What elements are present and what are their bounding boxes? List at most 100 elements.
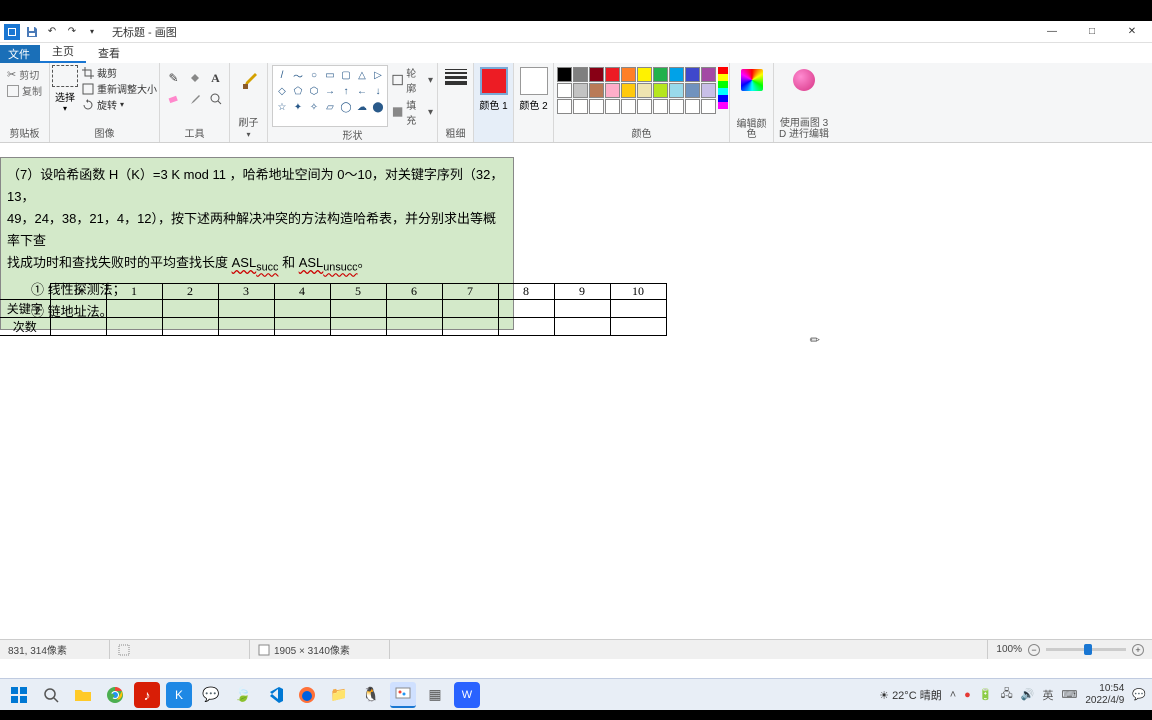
notifications-icon[interactable]: 💬 [1132,688,1146,701]
tab-view[interactable]: 查看 [86,43,132,63]
palette-swatch[interactable] [653,99,668,114]
chrome-icon[interactable] [102,682,128,708]
table-cell: 8 [498,284,554,300]
volume-icon[interactable]: 🔊 [1021,688,1035,701]
palette-swatch[interactable] [589,99,604,114]
start-button[interactable] [6,682,32,708]
network-icon[interactable]: 🖧 [1001,685,1013,704]
clock[interactable]: 10:54 2022/4/9 [1085,683,1124,707]
firefox-icon[interactable] [294,682,320,708]
zoom-in-button[interactable]: + [1132,644,1144,656]
hash-table: 012345678910关键字次数 [0,283,667,336]
undo-icon[interactable]: ↶ [44,24,60,40]
rainbow-column[interactable] [718,65,728,116]
leaf-icon[interactable]: 🍃 [230,682,256,708]
palette-swatch[interactable] [669,67,684,82]
palette-swatch[interactable] [669,83,684,98]
brush-tool[interactable] [233,65,265,97]
explorer-icon[interactable] [70,682,96,708]
palette-swatch[interactable] [557,67,572,82]
paint3d-button[interactable] [789,65,819,95]
table-cell: 5 [330,284,386,300]
wps-icon[interactable]: W [454,682,480,708]
zoom-slider[interactable] [1046,648,1126,651]
palette-swatch[interactable] [637,67,652,82]
maximize-button[interactable]: □ [1072,21,1112,43]
save-icon[interactable] [24,24,40,40]
search-button[interactable] [38,682,64,708]
shape-fill-button[interactable]: 填充▾ [392,97,433,127]
minimize-button[interactable]: — [1032,21,1072,43]
palette-swatch[interactable] [605,83,620,98]
palette-swatch[interactable] [573,83,588,98]
zoom-out-button[interactable]: − [1028,644,1040,656]
color2-button[interactable] [520,67,548,95]
table-cell [106,300,162,318]
palette-swatch[interactable] [669,99,684,114]
shape-outline-button[interactable]: 轮廓▾ [392,65,433,95]
app-icon-b[interactable]: ▦ [422,682,448,708]
resize-button[interactable]: 重新调整大小 [82,81,157,96]
tray-chevron-icon[interactable]: ˄ [950,689,956,701]
qat-dropdown-icon[interactable]: ▾ [84,24,100,40]
wechat-icon[interactable]: 💬 [198,682,224,708]
picker-tool[interactable] [186,90,204,108]
palette-swatch[interactable] [573,99,588,114]
redo-icon[interactable]: ↷ [64,24,80,40]
palette-swatch[interactable] [589,67,604,82]
palette-swatch[interactable] [573,67,588,82]
table-cell [218,318,274,336]
close-button[interactable]: ✕ [1112,21,1152,43]
app-icon-blue[interactable]: K [166,682,192,708]
table-cell [442,318,498,336]
palette-swatch[interactable] [701,99,716,114]
palette-swatch[interactable] [701,83,716,98]
file-menu[interactable]: 文件 [0,45,40,63]
stroke-width-button[interactable] [441,65,471,89]
edit-colors-button[interactable] [737,65,767,95]
palette-swatch[interactable] [653,67,668,82]
palette-swatch[interactable] [701,67,716,82]
palette-swatch[interactable] [557,83,572,98]
crop-button[interactable]: 裁剪 [82,65,157,80]
palette-swatch[interactable] [557,99,572,114]
table-cell: 10 [610,284,666,300]
paint-taskbar-icon[interactable] [390,682,416,708]
battery-icon[interactable]: 🔋 [979,688,993,701]
magnifier-tool[interactable] [207,90,225,108]
palette-swatch[interactable] [605,99,620,114]
weather-widget[interactable]: ☀ 22°C 晴朗 [879,687,942,703]
copy-button[interactable]: 复制 [7,83,42,98]
select-tool[interactable]: 选择 ▾ [52,65,78,113]
edit-colors-label: 编辑颜色 [734,120,769,140]
color-palette[interactable] [555,65,718,116]
palette-swatch[interactable] [621,67,636,82]
fill-tool[interactable] [186,69,204,87]
palette-swatch[interactable] [685,99,700,114]
tray-icon[interactable]: ● [964,689,971,701]
text-tool[interactable]: A [207,69,225,87]
eraser-tool[interactable] [165,90,183,108]
palette-swatch[interactable] [589,83,604,98]
palette-swatch[interactable] [685,67,700,82]
tab-home[interactable]: 主页 [40,41,86,63]
palette-swatch[interactable] [637,99,652,114]
vscode-icon[interactable] [262,682,288,708]
palette-swatch[interactable] [621,99,636,114]
palette-swatch[interactable] [637,83,652,98]
cut-button[interactable]: ✂剪切 [7,67,42,82]
pencil-tool[interactable]: ✎ [165,69,183,87]
rotate-button[interactable]: 旋转▾ [82,97,157,112]
palette-swatch[interactable] [685,83,700,98]
color1-button[interactable] [480,67,508,95]
ime-indicator[interactable]: 英 [1042,687,1053,703]
palette-swatch[interactable] [653,83,668,98]
canvas[interactable]: （7）设哈希函数 H（K）=3 K mod 11 ，哈希地址空间为 0～10，对… [0,143,1152,639]
ime-icon[interactable]: ⌨ [1061,688,1077,701]
palette-swatch[interactable] [605,67,620,82]
qq-icon[interactable]: 🐧 [358,682,384,708]
palette-swatch[interactable] [621,83,636,98]
app-icon-a[interactable]: 📁 [326,682,352,708]
netease-icon[interactable]: ♪ [134,682,160,708]
shapes-gallery[interactable]: /〜○▭▢△▷ ◇⬠⬡→↑←↓ ☆✦✧▱◯☁⬤ [272,65,388,127]
